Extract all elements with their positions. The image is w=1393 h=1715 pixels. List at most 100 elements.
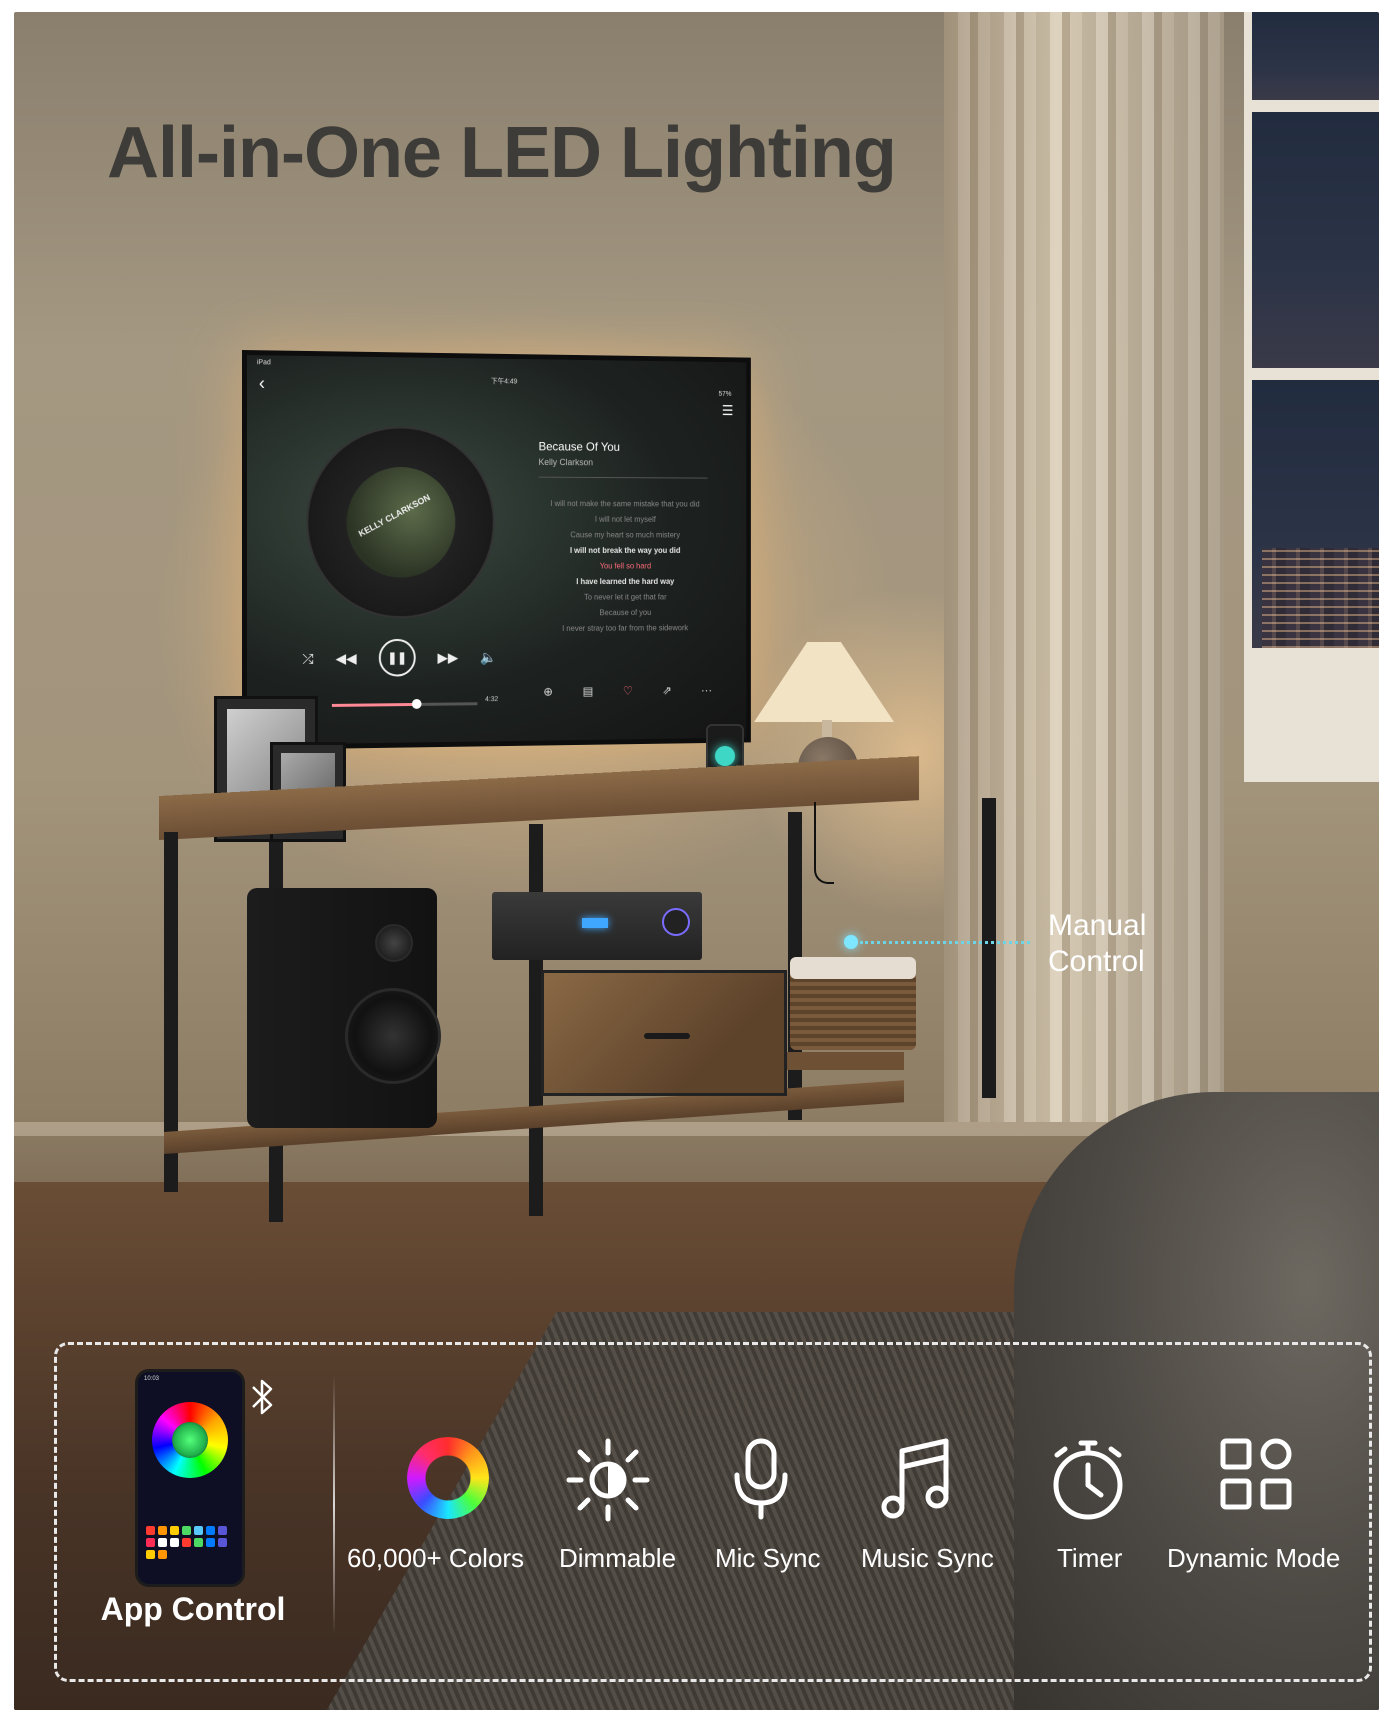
color-swatch	[158, 1538, 167, 1547]
album-text: KELLY CLARKSON	[356, 492, 432, 539]
color-swatch	[218, 1526, 227, 1535]
track-duration: 4:32	[485, 696, 499, 704]
color-swatch	[170, 1526, 179, 1535]
speaker-woofer	[345, 988, 441, 1084]
app-control-label: App Control	[100, 1591, 286, 1627]
tv-screen: iPad 下午4:49 57% ‹ ☰ KELLY CLARKSON Becau…	[242, 350, 751, 750]
phone-app: 10:03	[135, 1369, 245, 1587]
pause-button[interactable]: ❚❚	[378, 638, 416, 677]
window-pane	[1252, 12, 1379, 100]
lyric-line: To never let it get that far	[584, 592, 667, 602]
feature-label: Music Sync	[861, 1543, 994, 1573]
room-photo: All-in-One LED Lighting iPad 下午4:49 57% …	[14, 12, 1379, 1710]
grid-icon	[1220, 1438, 1292, 1510]
color-ring-icon	[407, 1437, 489, 1519]
color-swatch	[146, 1538, 155, 1547]
product-image: All-in-One LED Lighting iPad 下午4:49 57% …	[0, 0, 1393, 1715]
window	[1244, 12, 1379, 782]
vinyl-disc: KELLY CLARKSON	[306, 425, 495, 619]
color-swatch	[158, 1526, 167, 1535]
feature-label: Mic Sync	[715, 1543, 821, 1573]
lyric-line: Because of you	[599, 608, 652, 618]
tv-clock: 下午4:49	[490, 378, 518, 386]
feature-label: Dynamic Mode	[1167, 1543, 1341, 1573]
feature-label: 60,000+ Colors	[347, 1543, 525, 1573]
lyrics-icon[interactable]: ▤	[583, 684, 594, 698]
drawer-handle	[644, 1033, 690, 1039]
phone-time: 10:03	[144, 1376, 160, 1382]
av-receiver	[492, 892, 702, 960]
drawer	[541, 970, 787, 1096]
lyric-line: I will not let myself	[594, 514, 656, 524]
album-cover: KELLY CLARKSON	[346, 466, 456, 578]
manual-control-dot	[844, 935, 858, 949]
volume-icon[interactable]: 🔈	[480, 649, 497, 666]
lyric-line: I never stray too far from the sidework	[562, 623, 689, 633]
lyric-line: I will not break the way you did	[569, 546, 681, 555]
progress-knob[interactable]	[411, 698, 422, 709]
manual-control-line: Manual	[1048, 909, 1147, 942]
download-icon[interactable]: ⊕	[543, 685, 553, 699]
feature-label: Timer	[1057, 1543, 1123, 1573]
heart-icon[interactable]: ♡	[623, 684, 633, 698]
color-swatch	[206, 1538, 215, 1547]
feature-panel: 10:03 App Control 60,000+ Colors Dimmabl…	[54, 1342, 1372, 1682]
song-title: Because Of You	[538, 439, 620, 454]
lyric-line: I will not make the same mistake that yo…	[550, 499, 700, 509]
page-title: All-in-One LED Lighting	[107, 113, 897, 193]
playlist-icon[interactable]: ☰	[722, 403, 734, 420]
tv-status-device: iPad	[256, 359, 271, 367]
color-swatch	[146, 1526, 155, 1535]
feature-dynamic-mode	[1219, 1437, 1293, 1511]
feature-timer	[1045, 1437, 1131, 1523]
lyrics-list: I will not make the same mistake that yo…	[531, 496, 719, 637]
feature-label: Dimmable	[559, 1543, 677, 1573]
back-arrow-icon[interactable]: ‹	[259, 373, 265, 394]
color-swatch	[146, 1550, 155, 1559]
color-swatch	[158, 1550, 167, 1559]
feature-colors	[407, 1437, 489, 1519]
color-swatch	[218, 1538, 227, 1547]
color-swatch	[194, 1526, 203, 1535]
shuffle-icon[interactable]: ⤮	[302, 650, 313, 667]
next-icon[interactable]: ▶▶	[437, 649, 458, 666]
receiver-display	[582, 918, 608, 928]
color-swatch	[206, 1526, 215, 1535]
color-swatch	[194, 1538, 203, 1547]
color-swatch	[182, 1526, 191, 1535]
color-wheel	[152, 1402, 228, 1478]
lyric-line: I have learned the hard way	[576, 577, 675, 587]
color-swatch	[182, 1538, 191, 1547]
feature-music-sync	[880, 1437, 954, 1523]
speaker	[247, 888, 441, 1128]
more-icon[interactable]: ···	[701, 683, 712, 697]
bluetooth-icon	[252, 1379, 273, 1415]
control-cable	[814, 802, 834, 884]
microphone-icon	[734, 1438, 788, 1520]
tv-battery: 57%	[718, 390, 732, 398]
manual-control-label: Manual Control	[1048, 908, 1198, 980]
panel-divider	[333, 1375, 335, 1635]
color-swatch	[170, 1538, 179, 1547]
track-actions: ⊕ ▤ ♡ ⇗ ···	[543, 683, 712, 698]
previous-icon[interactable]: ◀◀	[336, 650, 357, 667]
speaker-tweeter	[375, 924, 413, 962]
playback-controls: ⤮ ◀◀ ❚❚ ▶▶ 🔈	[302, 638, 497, 677]
music-note-icon	[881, 1438, 949, 1519]
lyric-line: Cause my heart so much mistery	[570, 530, 681, 540]
manual-control-line: Control	[1048, 945, 1145, 978]
stand-leg	[982, 798, 996, 1098]
color-swatches	[146, 1526, 234, 1559]
charging-icon	[715, 746, 735, 766]
lyric-line-active: You fell so hard	[599, 561, 652, 571]
window-pane	[1252, 380, 1379, 648]
song-artist: Kelly Clarkson	[538, 457, 594, 468]
callout-line	[860, 941, 1030, 944]
feature-mic-sync	[731, 1437, 791, 1523]
brightness-icon	[566, 1438, 650, 1522]
share-icon[interactable]: ⇗	[662, 684, 671, 698]
city-skyline	[1262, 548, 1379, 648]
feature-dimmable	[565, 1437, 651, 1523]
window-pane	[1252, 112, 1379, 368]
receiver-knob	[662, 908, 690, 936]
